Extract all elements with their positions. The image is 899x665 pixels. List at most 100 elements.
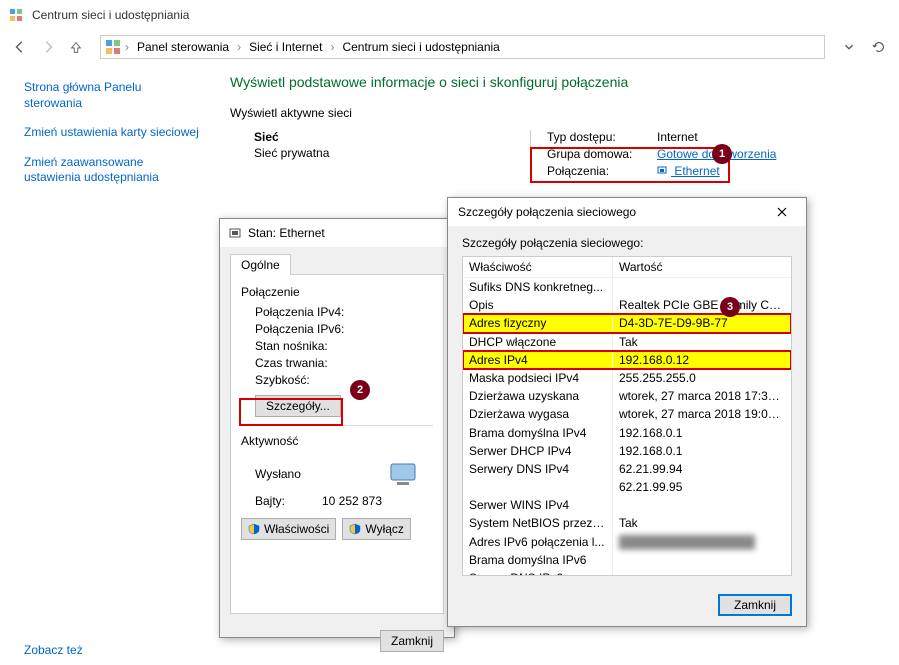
value-cell: 192.168.0.1 (613, 442, 791, 460)
table-row[interactable]: Sufiks DNS konkretneg... (463, 278, 791, 296)
property-cell: Serwer WINS IPv4 (463, 496, 613, 514)
property-cell: Adres fizyczny (463, 314, 613, 332)
value-cell: 192.168.0.12 (613, 351, 791, 369)
value-cell: 192.168.0.1 (613, 424, 791, 442)
value-cell (613, 496, 791, 514)
value-cell: Tak (613, 514, 791, 532)
dropdown-button[interactable] (837, 35, 861, 59)
table-row[interactable]: Dzierżawa uzyskanawtorek, 27 marca 2018 … (463, 387, 791, 405)
crumb-panel-sterowania[interactable]: Panel sterowania (133, 38, 233, 56)
divider (241, 425, 433, 426)
property-cell: Dzierżawa wygasa (463, 405, 613, 423)
details-button[interactable]: Szczegóły... (255, 395, 341, 417)
media-label: Stan nośnika: (255, 339, 328, 353)
sidebar: Strona główna Panelu sterowania Zmień us… (0, 64, 210, 665)
breadcrumb[interactable]: › Panel sterowania › Sieć i Internet › C… (100, 35, 825, 59)
subheading: Wyświetl aktywne sieci (230, 106, 879, 120)
annotation-3: 3 (720, 297, 740, 317)
property-cell: Serwery DNS IPv4 (463, 460, 613, 478)
value-cell (613, 278, 791, 296)
value-cell: Realtek PCIe GBE Family Controller (613, 296, 791, 314)
property-cell: DHCP włączone (463, 333, 613, 351)
properties-button[interactable]: Właściwości (241, 518, 336, 540)
back-button[interactable] (8, 35, 32, 59)
property-cell: Sufiks DNS konkretneg... (463, 278, 613, 296)
table-row[interactable]: Adres IPv4192.168.0.12 (463, 351, 791, 369)
value-cell: Tak (613, 333, 791, 351)
shield-icon (349, 523, 361, 535)
table-row[interactable]: Brama domyślna IPv4192.168.0.1 (463, 424, 791, 442)
homegroup-label: Grupa domowa: (547, 147, 657, 161)
refresh-button[interactable] (867, 35, 891, 59)
access-type-value: Internet (657, 130, 698, 144)
dialog1-title: Stan: Ethernet (248, 226, 325, 240)
value-cell: 255.255.255.0 (613, 369, 791, 387)
value-column-header[interactable]: Wartość (613, 257, 791, 277)
table-row[interactable]: Maska podsieci IPv4255.255.255.0 (463, 369, 791, 387)
sidebar-item-home[interactable]: Strona główna Panelu sterowania (24, 80, 200, 111)
page-heading: Wyświetl podstawowe informacje o sieci i… (230, 74, 879, 90)
active-network-row: Sieć Sieć prywatna Typ dostępu: Internet… (230, 130, 879, 181)
property-cell: Serwer DNS IPv6 (463, 569, 613, 576)
table-row[interactable]: Brama domyślna IPv6 (463, 551, 791, 569)
property-column-header[interactable]: Właściwość (463, 257, 613, 277)
ethernet-icon (228, 226, 242, 240)
window-titlebar: Centrum sieci i udostępniania (0, 0, 899, 30)
crumb-siec-internet[interactable]: Sieć i Internet (245, 38, 326, 56)
close-button[interactable] (762, 200, 802, 224)
see-also-label: Zobacz też (24, 643, 83, 657)
details-table[interactable]: Właściwość Wartość Sufiks DNS konkretneg… (462, 256, 792, 576)
bytes-value: 10 252 873 (322, 494, 382, 508)
table-row[interactable]: OpisRealtek PCIe GBE Family Controller (463, 296, 791, 314)
value-cell: wtorek, 27 marca 2018 19:04:14 (613, 405, 791, 423)
crumb-centrum[interactable]: Centrum sieci i udostępniania (338, 38, 503, 56)
dialog2-close-button[interactable]: Zamknij (718, 594, 792, 616)
annotation-1: 1 (712, 144, 732, 164)
network-type: Sieć prywatna (254, 146, 530, 160)
chevron-right-icon: › (123, 40, 131, 54)
table-row[interactable]: Serwer WINS IPv4 (463, 496, 791, 514)
property-cell (463, 478, 613, 496)
table-row[interactable]: Serwery DNS IPv462.21.99.94 (463, 460, 791, 478)
table-row[interactable]: DHCP włączoneTak (463, 333, 791, 351)
connection-link[interactable]: Ethernet (657, 164, 720, 178)
property-cell: Brama domyślna IPv6 (463, 551, 613, 569)
chevron-right-icon: › (235, 40, 243, 54)
dialog1-close-button[interactable]: Zamknij (380, 630, 444, 652)
connections-label: Połączenia: (547, 164, 657, 178)
table-row[interactable]: Adres IPv6 połączenia l...██████████████… (463, 533, 791, 551)
table-row[interactable]: Serwer DHCP IPv4192.168.0.1 (463, 442, 791, 460)
up-button[interactable] (64, 35, 88, 59)
tab-general[interactable]: Ogólne (230, 254, 291, 275)
disable-button[interactable]: Wyłącz (342, 518, 411, 540)
value-cell (613, 551, 791, 569)
property-cell: Adres IPv4 (463, 351, 613, 369)
sidebar-item-sharing[interactable]: Zmień zaawansowane ustawienia udostępnia… (24, 155, 200, 186)
dialog2-title: Szczegóły połączenia sieciowego (458, 205, 636, 219)
value-cell: D4-3D-7E-D9-9B-77 (613, 314, 791, 332)
forward-button[interactable] (36, 35, 60, 59)
table-row[interactable]: 62.21.99.95 (463, 478, 791, 496)
value-cell: 62.21.99.94 (613, 460, 791, 478)
sidebar-item-adapter[interactable]: Zmień ustawienia karty sieciowej (24, 125, 200, 141)
property-cell: Dzierżawa uzyskana (463, 387, 613, 405)
ethernet-icon (657, 164, 667, 174)
value-cell: ████████████████ (613, 533, 791, 551)
ipv6-label: Połączenia IPv6: (255, 322, 344, 336)
table-row[interactable]: Adres fizycznyD4-3D-7E-D9-9B-77 (463, 314, 791, 332)
chevron-right-icon: › (328, 40, 336, 54)
duration-label: Czas trwania: (255, 356, 328, 370)
table-row[interactable]: Serwer DNS IPv6 (463, 569, 791, 576)
property-cell: Maska podsieci IPv4 (463, 369, 613, 387)
dialog1-titlebar[interactable]: Stan: Ethernet (220, 219, 454, 247)
speed-label: Szybkość: (255, 373, 310, 387)
table-row[interactable]: Dzierżawa wygasawtorek, 27 marca 2018 19… (463, 405, 791, 423)
dialog2-titlebar[interactable]: Szczegóły połączenia sieciowego (448, 198, 806, 226)
property-cell: Adres IPv6 połączenia l... (463, 533, 613, 551)
navbar: › Panel sterowania › Sieć i Internet › C… (0, 30, 899, 64)
property-cell: Opis (463, 296, 613, 314)
table-row[interactable]: System NetBIOS przez T...Tak (463, 514, 791, 532)
property-cell: Brama domyślna IPv4 (463, 424, 613, 442)
property-cell: Serwer DHCP IPv4 (463, 442, 613, 460)
access-type-label: Typ dostępu: (547, 130, 657, 144)
